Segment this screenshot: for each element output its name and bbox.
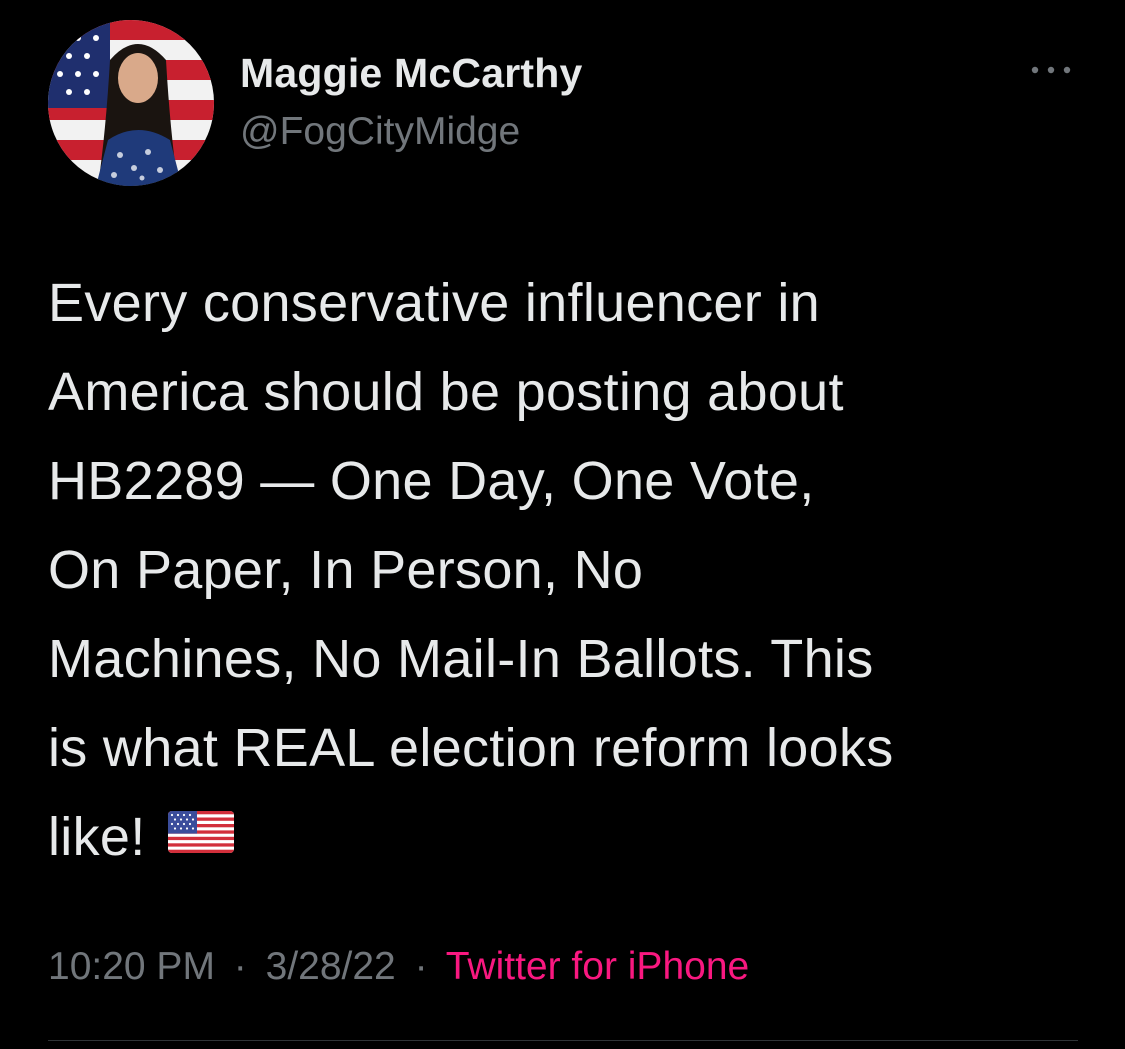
tweet-date[interactable]: 3/28/22 (266, 945, 396, 988)
tweet-text-line: is what REAL election reform looks (48, 718, 894, 778)
separator-dot: · (414, 945, 428, 988)
divider (48, 1040, 1078, 1041)
tweet-text-line: like! (48, 807, 146, 867)
tweet-text-line: Every conservative influencer in (48, 273, 820, 333)
author-display-name[interactable]: Maggie McCarthy (240, 50, 582, 97)
author-handle[interactable]: @FogCityMidge (240, 110, 520, 154)
tweet-text-line: On Paper, In Person, No (48, 540, 644, 600)
tweet-text: Every conservative influencer in America… (48, 259, 1088, 882)
us-flag-icon (167, 791, 234, 880)
avatar[interactable] (48, 20, 214, 186)
tweet-time[interactable]: 10:20 PM (48, 945, 215, 988)
avatar-image (48, 20, 214, 186)
tweet-text-line: America should be posting about (48, 362, 844, 422)
more-icon[interactable] (1023, 52, 1079, 88)
tweet-text-last-line: like! (48, 793, 1088, 882)
tweet-metadata: 10:20 PM · 3/28/22 · Twitter for iPhone (48, 945, 749, 989)
tweet-detail: Maggie McCarthy @FogCityMidge Every cons… (0, 0, 1125, 1049)
tweet-source-link[interactable]: Twitter for iPhone (446, 945, 749, 988)
tweet-text-line: HB2289 — One Day, One Vote, (48, 451, 815, 511)
tweet-text-line: Machines, No Mail-In Ballots. This (48, 629, 874, 689)
separator-dot: · (233, 945, 247, 988)
